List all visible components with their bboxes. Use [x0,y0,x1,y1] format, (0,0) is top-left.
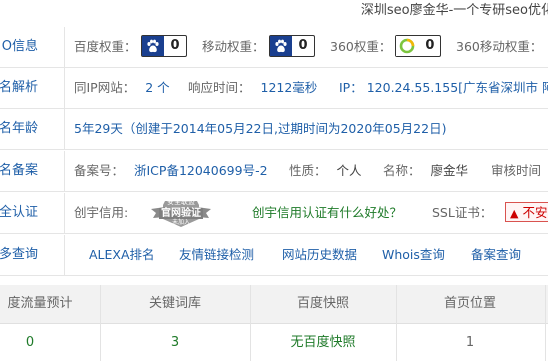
nature-value: 个人 [336,163,362,178]
credit-benefit-link[interactable]: 创宇信用认证有什么好处？ [252,193,402,233]
column-header: 百度快照 [296,296,349,311]
row-label: 全认证 [0,205,38,220]
response-time-value: 1212毫秒 [260,80,318,95]
column-header: 关键词库 [148,296,201,311]
icp-number-link[interactable]: 浙ICP备12040699号-2 [134,163,268,178]
owner-name-label: 名称： [383,163,421,178]
alexa-rank-link[interactable]: ALEXA排名 [89,235,155,275]
audit-time-label: 审核时间 [491,163,542,178]
baidu-weight-badge[interactable]: 0 [140,35,187,57]
row-label: 名解析 [0,80,38,95]
column-header: 度流量预计 [7,296,73,311]
row-label: 名年龄 [0,121,38,136]
icp-query-link[interactable]: 备案查询 [471,235,521,275]
whois-query-link[interactable]: Whois查询 [382,235,445,275]
360-weight-label: 360权重： [330,39,392,54]
baidu-snapshot-value: 无百度快照 [290,335,356,350]
homepage-position-value: 1 [465,335,475,350]
icp-number-label: 备案号： [74,163,125,178]
same-ip-label: 同IP网站： [74,80,136,95]
domain-age-text: 5年29天（创建于2014年05月22日,过期时间为2020年05月22日) [74,121,447,136]
traffic-estimate-value: 0 [25,335,35,350]
keyword-count-value[interactable]: 3 [100,324,250,362]
column-header: 首页位置 [443,296,496,311]
badge-sub-text: 未加入 [171,219,190,226]
row-label: O信息 [1,39,38,54]
baidu-weight-label: 百度权重： [74,39,137,54]
credit-label: 创宇信用: [74,205,129,220]
ip-label: IP： [339,80,363,95]
360-weight-badge[interactable]: 0 [395,35,442,57]
site-history-link[interactable]: 网站历史数据 [282,235,357,275]
site-title: 深圳seo廖金华-一个专研seo优化 [360,3,548,18]
baidu-paw-icon [141,36,164,56]
icp-filing-row: 名备案 备案号： 浙ICP备12040699号-2 性质： 个人 名称： 廖金华… [0,151,548,192]
friendlink-check-link[interactable]: 友情链接检测 [179,235,254,275]
domain-resolve-row: 名解析 同IP网站： 2 个 响应时间： 1212毫秒 IP： 120.24.5… [0,68,548,109]
response-time-label: 响应时间： [188,80,251,95]
table-row: 0 3 无百度快照 1 [0,324,548,362]
page-header: 深圳seo廖金华-一个专研seo优化 [0,0,548,22]
nature-label: 性质： [289,163,327,178]
mobile-weight-badge[interactable]: 0 [268,35,315,57]
baidu-paw-icon [269,36,292,56]
stats-table-header: 度流量预计 关键词库 百度快照 首页位置 [0,285,548,324]
security-cert-row: 全认证 创宇信用: 安全联盟 官网验证 未加入 创宇信用认证有什么好处？ SSL… [0,193,548,234]
owner-name-value: 廖金华 [430,163,469,178]
360-logo-icon [396,36,419,56]
360-mobile-weight-label: 360移动权重： [456,39,543,54]
ip-link[interactable]: 120.24.55.155[广东省深圳市 阿 [367,80,548,95]
seo-info-row: O信息 百度权重： 0 移动权重： 0 360权重： 0 360移动权重： [0,27,548,68]
ssl-warning-badge[interactable]: ▲ 不安 [505,202,548,222]
badge-main-text: 官网验证 [161,208,201,219]
badge-top-text: 安全联盟 [167,198,195,206]
warning-icon: ▲ [510,207,519,220]
official-verify-badge[interactable]: 安全联盟 官网验证 未加入 [147,197,215,229]
row-label: 多查询 [0,247,38,262]
mobile-weight-label: 移动权重： [202,39,265,54]
same-ip-link[interactable]: 2 个 [145,80,169,95]
ssl-label: SSL证书： [432,205,493,220]
row-label: 名备案 [0,163,38,178]
domain-age-row: 名年龄 5年29天（创建于2014年05月22日,过期时间为2020年05月22… [0,109,548,150]
more-queries-row: 多查询 ALEXA排名 友情链接检测 网站历史数据 Whois查询 备案查询 [0,235,548,276]
